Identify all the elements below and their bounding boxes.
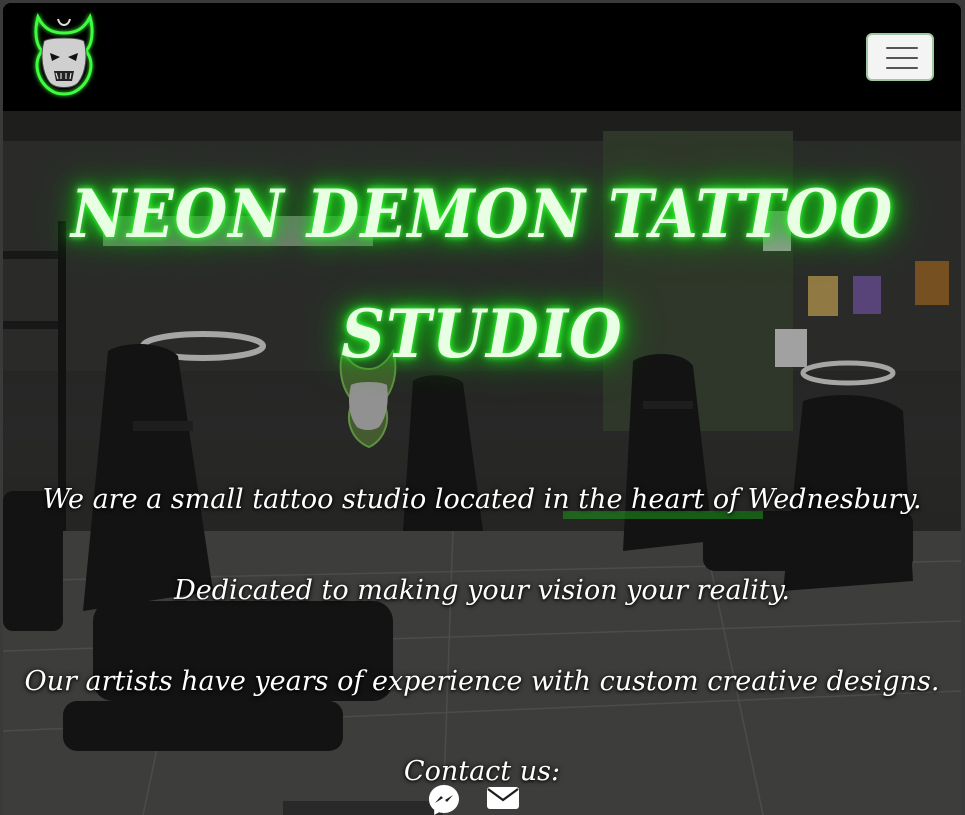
brand-logo-link[interactable] [28, 11, 100, 99]
messenger-icon [429, 785, 459, 815]
hero-paragraph-location: We are a small tattoo studio located in … [42, 484, 922, 515]
hamburger-menu-icon [886, 47, 918, 49]
email-link[interactable] [485, 783, 521, 815]
hero-section: NEON DEMON TATTOO STUDIO We are a small … [3, 111, 961, 815]
contact-links [3, 783, 961, 815]
browser-viewport: NEON DEMON TATTOO STUDIO We are a small … [3, 3, 961, 815]
envelope-icon [487, 787, 519, 809]
hamburger-bar [886, 67, 918, 69]
navbar [3, 3, 961, 111]
hero-title-line2: STUDIO [341, 295, 623, 374]
navbar-toggle-button[interactable] [866, 33, 934, 81]
hamburger-bar [886, 57, 918, 59]
messenger-link[interactable] [427, 783, 461, 815]
hero-title-line1: NEON DEMON TATTOO [70, 175, 894, 254]
hero-paragraph-dedication: Dedicated to making your vision your rea… [174, 575, 790, 606]
hero-paragraph-experience: Our artists have years of experience wit… [24, 666, 940, 697]
demon-logo-icon [34, 12, 94, 96]
